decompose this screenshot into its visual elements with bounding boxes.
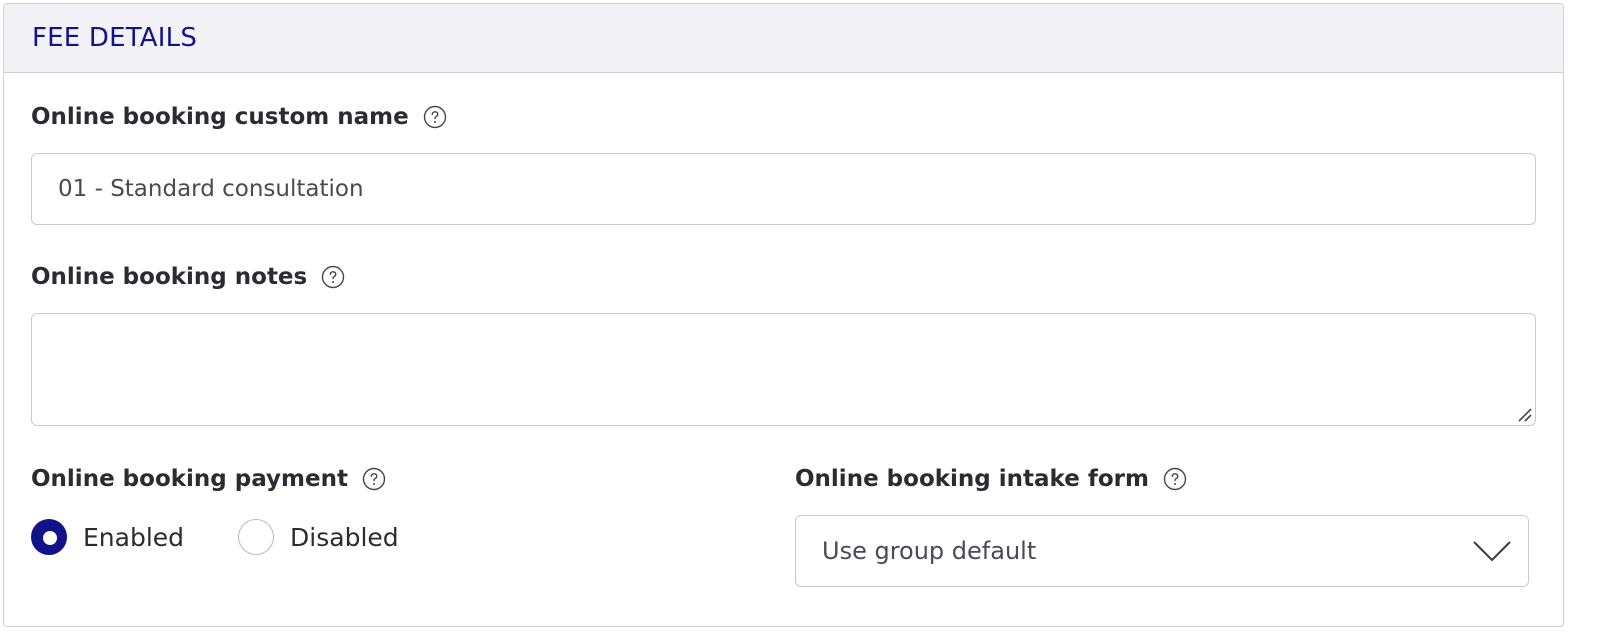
payment-label: Online booking payment xyxy=(31,466,348,492)
notes-label-row: Online booking notes xyxy=(31,264,345,290)
radio-disabled-label[interactable]: Disabled xyxy=(290,523,399,552)
custom-name-input[interactable] xyxy=(31,153,1536,225)
notes-textarea[interactable] xyxy=(31,313,1536,426)
custom-name-label: Online booking custom name xyxy=(31,104,409,130)
chevron-down-icon xyxy=(1473,541,1511,562)
payment-option-disabled[interactable]: Disabled xyxy=(238,519,399,555)
intake-form-label-row: Online booking intake form xyxy=(795,466,1187,492)
payment-radio-group: Enabled Disabled xyxy=(31,519,453,555)
radio-disabled[interactable] xyxy=(238,519,275,555)
notes-label: Online booking notes xyxy=(31,264,308,290)
intake-form-value: Use group default xyxy=(822,537,1037,565)
intake-form-select[interactable]: Use group default xyxy=(795,515,1529,587)
question-circle-icon[interactable] xyxy=(362,467,386,491)
radio-enabled-label[interactable]: Enabled xyxy=(83,523,184,552)
resize-handle-icon[interactable] xyxy=(1515,405,1533,423)
payment-option-enabled[interactable]: Enabled xyxy=(31,519,184,555)
section-title: FEE DETAILS xyxy=(32,23,198,53)
question-circle-icon[interactable] xyxy=(423,105,447,129)
fee-details-panel: FEE DETAILS Online booking custom name O… xyxy=(3,3,1564,627)
radio-enabled[interactable] xyxy=(31,519,67,555)
question-circle-icon[interactable] xyxy=(1163,467,1187,491)
payment-label-row: Online booking payment xyxy=(31,466,386,492)
question-circle-icon[interactable] xyxy=(321,265,345,289)
panel-header: FEE DETAILS xyxy=(4,4,1563,73)
intake-form-label: Online booking intake form xyxy=(795,466,1149,492)
custom-name-label-row: Online booking custom name xyxy=(31,104,447,130)
